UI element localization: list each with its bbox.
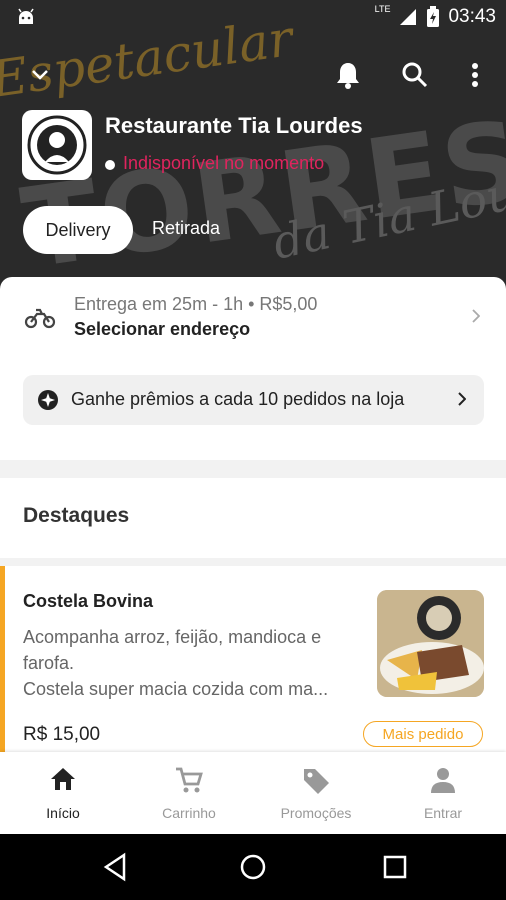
highlight-accent-bar — [0, 566, 5, 752]
system-navigation-bar — [0, 834, 506, 900]
loyalty-rewards-banner[interactable]: Ganhe prêmios a cada 10 pedidos na loja — [23, 375, 484, 425]
nav-entrar[interactable]: Entrar — [380, 752, 506, 834]
restaurant-logo-image — [27, 115, 87, 175]
restaurant-header: Espetacular TORRESMÃO da Tia Lourdes LTE… — [0, 0, 506, 300]
person-icon — [431, 768, 455, 793]
highlights-section-header: Destaques — [0, 478, 506, 558]
rewards-text: Ganhe prêmios a cada 10 pedidos na loja — [71, 389, 405, 409]
home-icon — [51, 768, 75, 790]
home-circle-icon[interactable] — [238, 852, 268, 882]
rewards-star-icon — [38, 390, 58, 410]
nav-label: Entrar — [423, 805, 463, 821]
menu-item-price: R$ 15,00 — [23, 724, 101, 745]
info-card: Entrega em 25m - 1h • R$5,00 Selecionar … — [0, 277, 506, 460]
nav-inicio[interactable]: Início — [0, 752, 126, 834]
menu-item-photo — [377, 590, 484, 697]
tag-icon — [304, 769, 329, 794]
network-type-label: LTE — [374, 4, 391, 14]
chevron-right-icon — [472, 309, 480, 323]
motorcycle-icon — [24, 308, 56, 329]
bell-icon — [337, 63, 359, 89]
nav-carrinho[interactable]: Carrinho — [126, 752, 252, 834]
battery-icon — [427, 6, 440, 27]
nav-label: Carrinho — [162, 805, 216, 821]
more-options-button[interactable] — [458, 58, 492, 92]
menu-item-description: Acompanha arroz, feijão, mandioca e faro… — [23, 624, 363, 702]
menu-item-description-line: Acompanha arroz, feijão, mandioca e — [23, 627, 322, 647]
menu-item-description-line: Costela super macia cozida com ma... — [23, 679, 329, 699]
food-photo-image — [377, 590, 484, 697]
back-icon[interactable] — [100, 852, 130, 882]
collapse-button[interactable] — [23, 58, 57, 92]
menu-item-name: Costela Bovina — [23, 591, 154, 611]
cart-icon — [176, 767, 203, 793]
tab-retirada[interactable]: Retirada — [152, 218, 220, 239]
status-dot — [105, 160, 115, 170]
android-icon — [18, 8, 34, 24]
restaurant-logo — [22, 110, 92, 180]
tab-delivery[interactable]: Delivery — [23, 206, 133, 254]
restaurant-name: Restaurante Tia Lourdes — [105, 113, 363, 138]
select-address-label: Selecionar endereço — [74, 319, 251, 339]
chevron-down-icon — [32, 70, 48, 80]
bottom-navigation: Início Carrinho Promoções Entrar — [0, 752, 506, 834]
menu-item-description-line: farofa. — [23, 653, 75, 673]
nav-label: Início — [46, 805, 80, 821]
section-title: Destaques — [23, 504, 130, 527]
menu-item-card[interactable]: Costela Bovina Acompanha arroz, feijão, … — [0, 566, 506, 752]
notifications-button[interactable] — [331, 58, 365, 92]
nav-label: Promoções — [280, 805, 352, 821]
clock: 03:43 — [448, 6, 496, 27]
status-bar: LTE 03:43 — [0, 0, 506, 36]
search-icon — [402, 62, 428, 88]
availability-status: Indisponível no momento — [123, 153, 325, 173]
recents-icon[interactable] — [380, 852, 410, 882]
address-selector[interactable]: Entrega em 25m - 1h • R$5,00 Selecionar … — [0, 277, 506, 357]
most-ordered-badge: Mais pedido — [363, 721, 483, 747]
more-vertical-icon — [472, 63, 478, 87]
chevron-right-icon — [458, 392, 466, 406]
nav-promocoes[interactable]: Promoções — [253, 752, 379, 834]
delivery-estimate: Entrega em 25m - 1h • R$5,00 — [74, 294, 318, 314]
signal-icon — [400, 9, 417, 25]
search-button[interactable] — [398, 58, 432, 92]
